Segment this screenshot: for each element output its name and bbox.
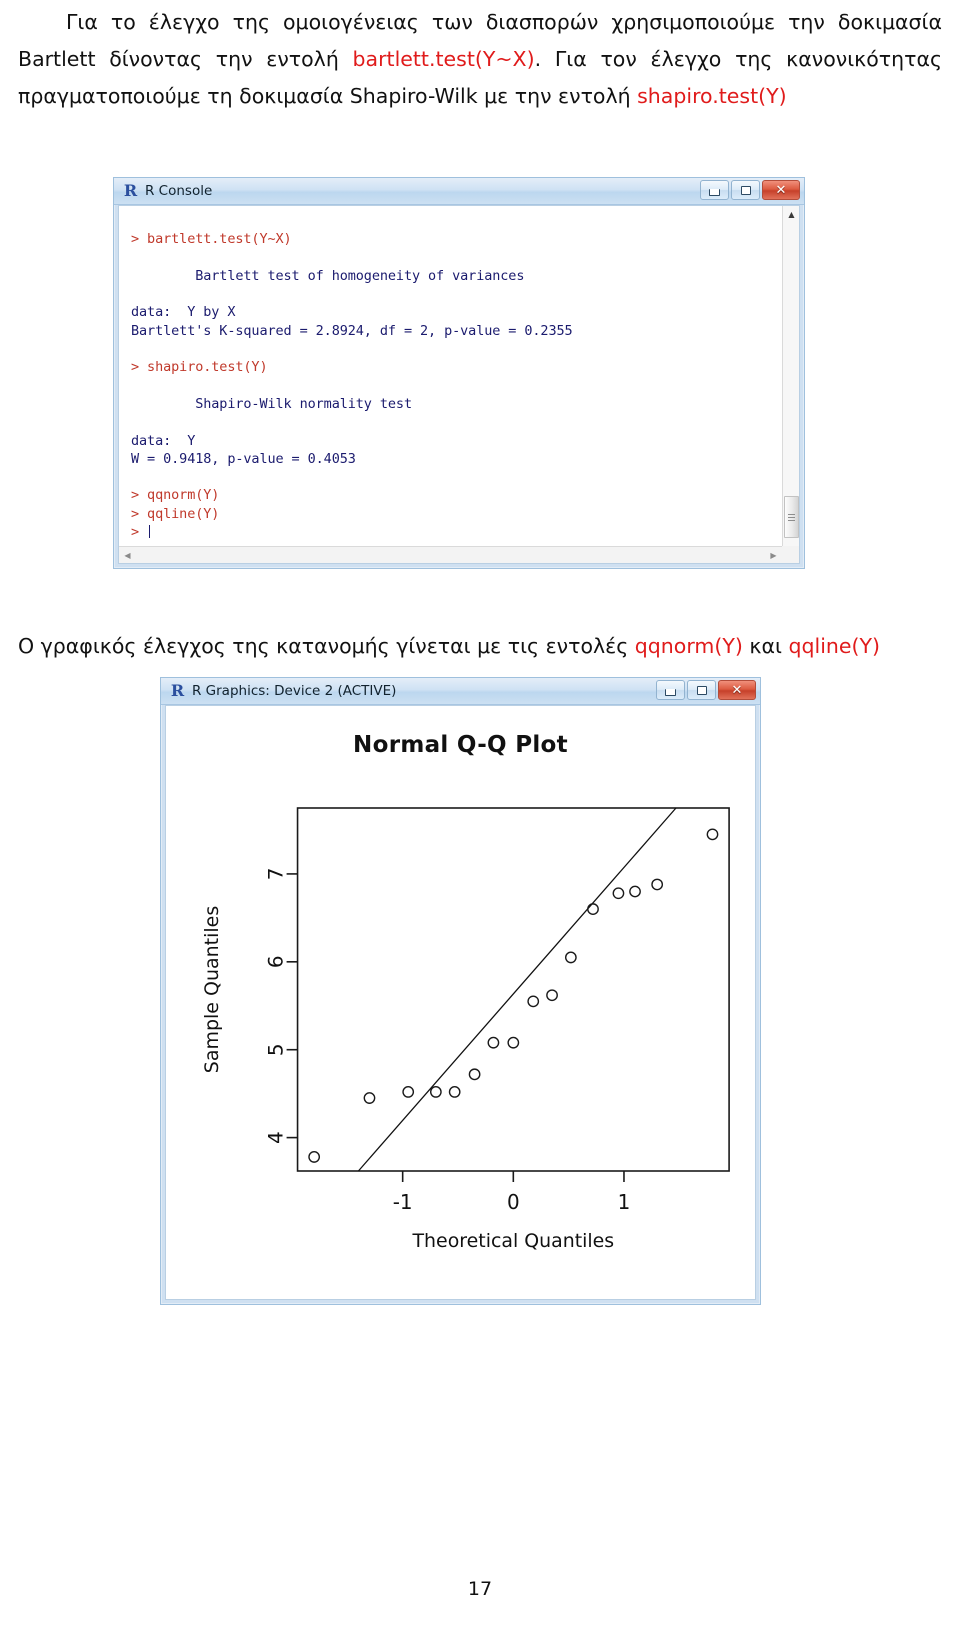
console-line-shapiro-heading: Shapiro-Wilk normality test [131,395,412,412]
console-line-bartlett-data: data: Y by X [131,304,236,321]
r-console-titlebar[interactable]: R R Console ✕ [114,178,804,205]
console-line-cmd-qqline: > qqline(Y) [131,505,220,522]
inline-code-qqnorm: qqnorm(Y) [634,634,743,658]
maximize-icon [740,185,751,195]
minimize-button[interactable] [656,680,685,700]
svg-text:6: 6 [264,955,288,968]
inline-code-shapiro-test: shapiro.test(Y) [637,84,787,108]
vertical-scrollbar[interactable]: ▲ ▼ [782,206,799,563]
svg-text:1: 1 [618,1190,631,1214]
svg-text:-1: -1 [393,1190,413,1214]
console-line-cmd-qqnorm: > qqnorm(Y) [131,487,220,504]
console-line-shapiro-result: W = 0.9418, p-value = 0.4053 [131,450,356,467]
close-button[interactable]: ✕ [718,680,756,700]
r-graphics-body[interactable]: Normal Q-Q Plot -1 0 1 4 5 6 7 Theoretical Quan… [165,705,756,1300]
r-console-window[interactable]: R R Console ✕ > bartlett.test(Y~X) Bartl… [113,177,805,569]
r-console-output[interactable]: > bartlett.test(Y~X) Bartlett test of ho… [131,212,775,541]
paragraph-top: Για το έλεγχο της ομοιογένειας των διασπ… [18,4,942,115]
vertical-scrollbar-thumb[interactable] [784,496,799,538]
minimize-icon [709,188,720,196]
maximize-button[interactable] [687,680,716,700]
r-graphics-title: R Graphics: Device 2 (ACTIVE) [192,683,397,699]
console-line-cmd-shapiro: > shapiro.test(Y) [131,359,268,376]
paragraph-mid-text-1: Ο γραφικός έλεγχος της κατανομής γίνεται… [18,634,635,658]
r-logo-icon: R [170,681,185,700]
inline-code-qqline: qqline(Y) [788,634,881,658]
r-logo-icon: R [123,181,138,200]
svg-text:0: 0 [507,1190,520,1214]
svg-text:5: 5 [264,1043,288,1056]
console-line-shapiro-data: data: Y [131,432,196,449]
svg-text:Sample Quantiles: Sample Quantiles [201,906,223,1073]
maximize-icon [696,685,707,695]
minimize-icon [665,688,676,696]
page-number: 17 [467,1578,493,1600]
scroll-right-arrow-icon[interactable]: ▶ [765,547,782,563]
r-console-title: R Console [145,183,213,199]
svg-text:7: 7 [264,868,288,881]
close-button[interactable]: ✕ [762,180,800,200]
console-line-bartlett-result: Bartlett's K-squared = 2.8924, df = 2, p… [131,322,573,339]
horizontal-scrollbar[interactable]: ◀ ▶ [119,546,782,563]
scrollbar-corner [782,546,799,563]
svg-text:4: 4 [264,1131,288,1144]
r-graphics-titlebar[interactable]: R R Graphics: Device 2 (ACTIVE) ✕ [161,678,760,705]
r-console-window-controls: ✕ [700,180,800,200]
r-graphics-window-controls: ✕ [656,680,756,700]
scrollbar-grip-icon [788,513,795,521]
paragraph-mid-text-2: και [742,634,789,658]
console-line-bartlett-heading: Bartlett test of homogeneity of variance… [131,267,525,284]
console-line-cmd-bartlett: > bartlett.test(Y~X) [131,231,292,248]
qq-plot-figure: -1 0 1 4 5 6 7 Theoretical Quantiles Sample Quan… [201,807,730,1252]
paragraph-mid: Ο γραφικός έλεγχος της κατανομής γίνεται… [18,628,942,665]
minimize-button[interactable] [700,180,729,200]
svg-text:Theoretical Quantiles: Theoretical Quantiles [412,1230,615,1252]
r-graphics-window[interactable]: R R Graphics: Device 2 (ACTIVE) ✕ Normal… [160,677,761,1305]
scroll-left-arrow-icon[interactable]: ◀ [119,547,136,563]
text-caret [149,525,151,539]
inline-code-bartlett-test: bartlett.test(Y~X) [352,47,535,71]
scroll-up-arrow-icon[interactable]: ▲ [783,206,799,222]
maximize-button[interactable] [731,180,760,200]
r-console-body[interactable]: > bartlett.test(Y~X) Bartlett test of ho… [118,205,800,564]
console-prompt: > [131,524,148,541]
